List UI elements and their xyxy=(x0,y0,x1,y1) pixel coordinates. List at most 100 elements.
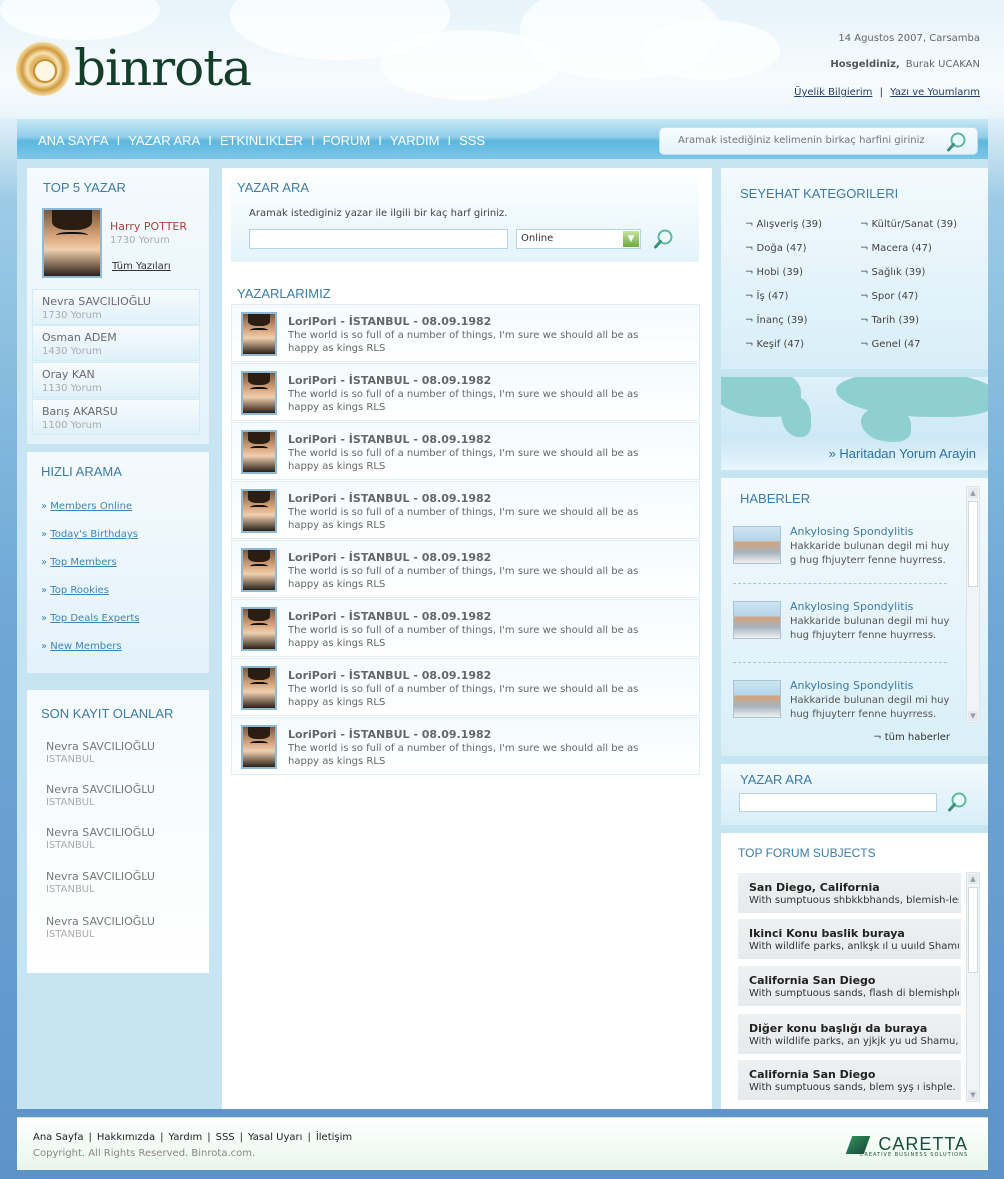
forum-row-title[interactable]: California San Diego xyxy=(749,974,875,987)
category-item[interactable]: ¬ Sağlık (39) xyxy=(860,267,925,278)
writer-row[interactable]: LoriPori - İSTANBUL - 08.09.1982 The worl… xyxy=(231,363,700,421)
my-posts-link[interactable]: Yazı ve Youmlarım xyxy=(890,87,980,98)
scroll-up-icon[interactable]: ▲ xyxy=(968,874,978,884)
chevron-down-icon[interactable]: ▼ xyxy=(623,231,639,247)
scrollbar-thumb[interactable] xyxy=(968,887,978,973)
footer-link-about[interactable]: Hakkımızda xyxy=(97,1132,155,1143)
writer-row[interactable]: LoriPori - İSTANBUL - 08.09.1982 The worl… xyxy=(231,481,700,539)
forum-row-title[interactable]: San Diego, California xyxy=(749,881,880,894)
news-thumbnail[interactable] xyxy=(733,601,781,639)
nav-item-faq[interactable]: SSS xyxy=(459,133,485,148)
quick-link-birthdays[interactable]: » Today's Birthdays xyxy=(41,529,138,540)
all-posts-link[interactable]: Tüm Yazıları xyxy=(112,261,171,272)
writer-avatar[interactable] xyxy=(241,430,277,474)
news-item-title[interactable]: Ankylosing Spondylitis xyxy=(790,600,913,613)
category-item[interactable]: ¬ Doğa (47) xyxy=(745,243,807,254)
nav-item-home[interactable]: ANA SAYFA xyxy=(38,133,109,148)
profile-link[interactable]: Üyelik Bilgierim xyxy=(794,87,872,98)
writer-row[interactable]: LoriPori - İSTANBUL - 08.09.1982 The worl… xyxy=(231,717,700,775)
writer-row[interactable]: LoriPori - İSTANBUL - 08.09.1982 The worl… xyxy=(231,599,700,657)
quick-link-top-members[interactable]: » Top Members xyxy=(41,557,117,568)
member-name[interactable]: Nevra SAVCILIOĞLU xyxy=(46,783,155,796)
writer-title[interactable]: LoriPori - İSTANBUL - 08.09.1982 xyxy=(288,433,491,446)
writer-title[interactable]: LoriPori - İSTANBUL - 08.09.1982 xyxy=(288,728,491,741)
category-item[interactable]: ¬ Spor (47) xyxy=(860,291,918,302)
quick-link-members-online[interactable]: » Members Online xyxy=(41,501,132,512)
top5-row[interactable]: Nevra SAVCILIOĞLU 1730 Yorum xyxy=(32,289,200,325)
writer-title[interactable]: LoriPori - İSTANBUL - 08.09.1982 xyxy=(288,551,491,564)
writer-row[interactable]: LoriPori - İSTANBUL - 08.09.1982 The worl… xyxy=(231,540,700,598)
search-icon[interactable] xyxy=(947,791,969,813)
category-item[interactable]: ¬ İnanç (39) xyxy=(745,315,808,326)
writer-title[interactable]: LoriPori - İSTANBUL - 08.09.1982 xyxy=(288,374,491,387)
member-name[interactable]: Nevra SAVCILIOĞLU xyxy=(46,870,155,883)
news-thumbnail[interactable] xyxy=(733,680,781,718)
quick-link-label[interactable]: Top Deals Experts xyxy=(50,613,139,624)
nav-item-events[interactable]: ETKINLIKLER xyxy=(220,133,303,148)
writer-title[interactable]: LoriPori - İSTANBUL - 08.09.1982 xyxy=(288,315,491,328)
nav-item-help[interactable]: YARDIM xyxy=(390,133,440,148)
quick-link-label[interactable]: Today's Birthdays xyxy=(50,529,138,540)
category-item[interactable]: ¬ Macera (47) xyxy=(860,243,932,254)
quick-link-label[interactable]: Top Members xyxy=(50,557,116,568)
member-name[interactable]: Nevra SAVCILIOĞLU xyxy=(46,915,155,928)
writer-avatar[interactable] xyxy=(241,371,277,415)
writer-search-input[interactable] xyxy=(249,229,508,249)
featured-writer-avatar[interactable] xyxy=(42,208,102,278)
forum-row[interactable]: Ikinci Konu baslik buraya With wildlife p… xyxy=(738,919,961,959)
logo-mark[interactable] xyxy=(16,42,70,96)
category-item[interactable]: ¬ Hobi (39) xyxy=(745,267,803,278)
news-scrollbar[interactable]: ▲ ▼ xyxy=(966,486,980,723)
forum-row[interactable]: Diğer konu başlığı da buraya With wildlif… xyxy=(738,1014,961,1054)
scroll-up-icon[interactable]: ▲ xyxy=(968,488,978,498)
writer-row[interactable]: LoriPori - İSTANBUL - 08.09.1982 The worl… xyxy=(231,422,700,480)
news-thumbnail[interactable] xyxy=(733,526,781,564)
scroll-down-icon[interactable]: ▼ xyxy=(968,711,978,721)
logo-text[interactable]: binrota xyxy=(74,38,252,98)
status-select[interactable]: Online ▼ xyxy=(516,229,641,249)
member-name[interactable]: Nevra SAVCILIOĞLU xyxy=(46,826,155,839)
forum-row-title[interactable]: California San Diego xyxy=(749,1068,875,1081)
all-news-link[interactable]: ¬ tüm haberler xyxy=(873,732,950,743)
category-item[interactable]: ¬ Genel (47 xyxy=(860,339,921,350)
forum-row-title[interactable]: Ikinci Konu baslik buraya xyxy=(749,927,905,940)
site-search-input[interactable] xyxy=(678,135,938,146)
quick-link-new-members[interactable]: » New Members xyxy=(41,641,122,652)
category-item[interactable]: ¬ Keşif (47) xyxy=(745,339,804,350)
top5-row[interactable]: Barış AKARSU 1100 Yorum xyxy=(32,399,200,435)
quick-link-label[interactable]: New Members xyxy=(50,641,121,652)
footer-link-home[interactable]: Ana Sayfa xyxy=(33,1132,84,1143)
news-item-title[interactable]: Ankylosing Spondylitis xyxy=(790,525,913,538)
forum-row[interactable]: San Diego, California With sumptuous shbk… xyxy=(738,873,961,913)
writer-avatar[interactable] xyxy=(241,312,277,356)
forum-scrollbar[interactable]: ▲ ▼ xyxy=(966,872,980,1102)
nav-item-forum[interactable]: FORUM xyxy=(323,133,371,148)
map-banner[interactable]: » Haritadan Yorum Arayin xyxy=(721,377,988,470)
category-item[interactable]: ¬ Kültür/Sanat (39) xyxy=(860,219,957,230)
writer-title[interactable]: LoriPori - İSTANBUL - 08.09.1982 xyxy=(288,669,491,682)
scroll-down-icon[interactable]: ▼ xyxy=(968,1090,978,1100)
quick-link-label[interactable]: Top Rookies xyxy=(50,585,109,596)
writer-avatar[interactable] xyxy=(241,666,277,710)
footer-link-faq[interactable]: SSS xyxy=(216,1132,235,1143)
scrollbar-thumb[interactable] xyxy=(968,501,978,587)
writer-title[interactable]: LoriPori - İSTANBUL - 08.09.1982 xyxy=(288,610,491,623)
writer-row[interactable]: LoriPori - İSTANBUL - 08.09.1982 The worl… xyxy=(231,658,700,716)
writer-avatar[interactable] xyxy=(241,725,277,769)
quick-link-label[interactable]: Members Online xyxy=(50,501,132,512)
writer-avatar[interactable] xyxy=(241,489,277,533)
writer-avatar[interactable] xyxy=(241,607,277,651)
category-item[interactable]: ¬ Tarih (39) xyxy=(860,315,919,326)
search-icon[interactable] xyxy=(946,131,968,153)
nav-item-writer-search[interactable]: YAZAR ARA xyxy=(128,133,200,148)
news-item-title[interactable]: Ankylosing Spondylitis xyxy=(790,679,913,692)
category-item[interactable]: ¬ Alışveriş (39) xyxy=(745,219,822,230)
member-name[interactable]: Nevra SAVCILIOĞLU xyxy=(46,740,155,753)
writer-search2-input[interactable] xyxy=(739,793,937,812)
quick-link-top-deals[interactable]: » Top Deals Experts xyxy=(41,613,139,624)
forum-row-title[interactable]: Diğer konu başlığı da buraya xyxy=(749,1022,927,1035)
footer-link-contact[interactable]: İletişim xyxy=(316,1132,352,1143)
featured-writer-name[interactable]: Harry POTTER xyxy=(110,220,187,233)
top5-row[interactable]: Osman ADEM 1430 Yorum xyxy=(32,325,200,361)
search-icon[interactable] xyxy=(653,228,675,250)
